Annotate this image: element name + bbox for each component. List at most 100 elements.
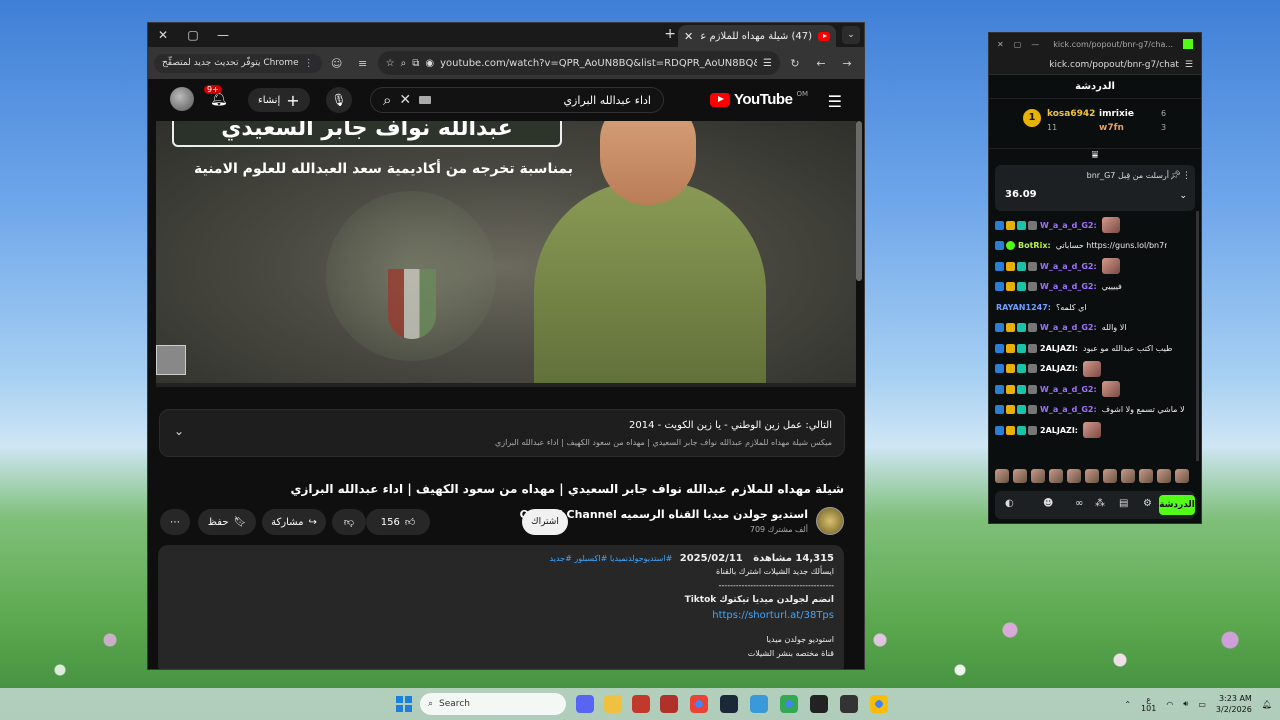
window-maximize-button[interactable]: ▢ [178, 23, 208, 47]
emote-icon[interactable] [1139, 469, 1153, 483]
emote-icon[interactable] [1031, 469, 1045, 483]
chrome-icon[interactable] [780, 695, 798, 713]
windows-start-icon[interactable] [396, 696, 412, 712]
emote-icon[interactable] [1157, 469, 1171, 483]
taskbar-search-input[interactable]: ⌕ Search [420, 693, 566, 715]
chat-scrollbar[interactable] [1196, 211, 1199, 461]
up-next-card[interactable]: التالي: عمل زين الوطني - يا زين الكويت -… [159, 409, 845, 457]
chat-message[interactable]: W_a_a_d_G2: [995, 379, 1195, 400]
gear-icon[interactable]: ⚙ [1143, 498, 1152, 509]
emote-icon[interactable] [1103, 469, 1117, 483]
chat-username[interactable]: W_a_a_d_G2: [1040, 323, 1097, 332]
chat-username[interactable]: W_a_a_d_G2: [1040, 221, 1097, 230]
chat-username[interactable]: BotRix: [1018, 241, 1051, 250]
shop-icon[interactable]: ▤ [1119, 498, 1128, 509]
clock[interactable]: 3:23 AM 3/2/2026 [1216, 693, 1252, 715]
pin-icon[interactable]: 📌︎ [1170, 171, 1181, 181]
description-box[interactable]: 14,315 مشاهدة 2025/02/11 #استديوجولدنميد… [158, 545, 844, 669]
chat-username[interactable]: 2ALJAZI: [1040, 344, 1078, 353]
create-button[interactable]: إنشاء + [248, 88, 310, 112]
leader-name[interactable]: w7fn [1099, 123, 1124, 133]
like-button[interactable]: 156 👍︎ [366, 509, 430, 535]
chat-message[interactable]: W_a_a_d_G2: [995, 215, 1195, 236]
battery-icon[interactable]: ▭ [1198, 700, 1206, 709]
chat-message[interactable]: 2ALJAZI: [995, 420, 1195, 441]
volume-icon[interactable]: 🔊︎ [1183, 699, 1188, 709]
app-icon[interactable] [632, 695, 650, 713]
tab-youtube[interactable]: ✕ (47) شيلة مهداه للملازم عبدالله نواف [678, 25, 836, 47]
hamburger-menu-icon[interactable]: ☰ [828, 92, 842, 111]
address-bar[interactable]: ☆ ⌕ ⧉ ◉ youtube.com/watch?v=QPR_AoUN8BQ&… [377, 51, 780, 75]
discord-icon[interactable] [576, 695, 594, 713]
chat-message[interactable]: W_a_a_d_G2: لا ماشي تسمع ولا اشوف [995, 400, 1195, 421]
search-icon[interactable]: ⌕ [383, 91, 391, 109]
leader-name[interactable]: imrixie [1099, 109, 1134, 119]
page-scrollbar[interactable] [856, 121, 862, 281]
subscribe-button[interactable]: اشتراك [522, 509, 568, 535]
bookmark-star-icon[interactable]: ☆ [386, 58, 395, 69]
back-icon[interactable]: ← [810, 52, 832, 74]
steam-icon[interactable] [720, 695, 738, 713]
obs-icon[interactable] [840, 695, 858, 713]
zoom-icon[interactable]: ⌕ [401, 58, 407, 69]
player-progress-bar[interactable] [156, 383, 856, 387]
leader-name[interactable]: kosa6942 [1047, 109, 1095, 119]
language-indicator[interactable]: ع 101 [1141, 695, 1156, 713]
tiktok-link[interactable]: https://shorturl.at/38Tps [168, 610, 834, 621]
chat-message[interactable]: W_a_a_d_G2: [995, 256, 1195, 277]
notifications-bell-icon[interactable]: 🔔︎ 9+ [204, 85, 228, 107]
emote-icon[interactable] [1085, 469, 1099, 483]
video-player[interactable]: عبدالله نواف جابر السعيدي بمناسبة تخرجه … [156, 121, 856, 387]
emote-icon[interactable] [1013, 469, 1027, 483]
search-input[interactable]: ⌕ ✕ اداء عبدالله البرازي [370, 87, 664, 113]
tab-close-icon[interactable]: ✕ [684, 30, 693, 43]
channel-watermark[interactable] [156, 345, 186, 375]
window-close-button[interactable]: ✕ [997, 40, 1004, 49]
reload-icon[interactable]: ↻ [784, 52, 806, 74]
wifi-icon[interactable]: ◠ [1166, 700, 1173, 709]
chevron-down-icon[interactable]: ⌄ [1179, 191, 1187, 201]
window-minimize-button[interactable]: — [208, 23, 238, 47]
window-close-button[interactable]: ✕ [148, 23, 178, 47]
profile-icon[interactable]: ☺ [326, 52, 348, 74]
chat-username[interactable]: W_a_a_d_G2: [1040, 385, 1097, 394]
emoji-icon[interactable]: ☻ [1043, 498, 1053, 509]
hashtags[interactable]: #استديوجولدنميديا #اكسبلور #جديد [550, 554, 673, 563]
kick-address-bar[interactable]: kick.com/popout/bnr-g7/chat ☰ [989, 55, 1201, 75]
site-settings-icon[interactable]: ☰ [763, 58, 772, 69]
chat-message[interactable]: 2ALJAZI: [995, 359, 1195, 380]
chevron-down-icon[interactable]: ⌄ [174, 424, 184, 438]
account-avatar[interactable] [170, 87, 194, 111]
emote-icon[interactable] [1121, 469, 1135, 483]
chat-username[interactable]: 2ALJAZI: [1040, 426, 1078, 435]
tab-search-button[interactable]: ⌄ [842, 26, 860, 44]
chat-username[interactable]: W_a_a_d_G2: [1040, 282, 1097, 291]
app-icon[interactable] [750, 695, 768, 713]
chat-message[interactable]: RAYAN1247: اي كلمه؟ [995, 297, 1195, 318]
update-chrome-chip[interactable]: يتوفّر تحديث جديد لمتصفِّح Chrome ⋮ [154, 53, 322, 73]
window-minimize-button[interactable]: — [1031, 40, 1039, 49]
terminal-icon[interactable] [810, 695, 828, 713]
chat-message[interactable]: W_a_a_d_G2: فييييي [995, 277, 1195, 298]
clear-search-icon[interactable]: ✕ [399, 92, 411, 108]
chevron-up-icon[interactable]: ⌃ [1124, 700, 1131, 709]
dislike-button[interactable]: 👎︎ [332, 509, 366, 535]
filter-icon[interactable]: ⩸ [989, 149, 1201, 161]
media-controls-icon[interactable]: ≡ [352, 52, 374, 74]
chat-messages[interactable]: W_a_a_d_G2: BotRix: حساباتي https://guns.l… [995, 215, 1195, 461]
save-button[interactable]: حفظ 🔖︎ [198, 509, 256, 535]
chat-message[interactable]: 2ALJAZI: طيب اكتب عبدالله مو عبود [995, 338, 1195, 359]
new-tab-button[interactable]: + [664, 26, 676, 42]
chat-username[interactable]: W_a_a_d_G2: [1040, 262, 1097, 271]
emote-icon[interactable] [1049, 469, 1063, 483]
app-icon[interactable] [660, 695, 678, 713]
link-icon[interactable]: ∞ [1075, 498, 1083, 509]
install-app-icon[interactable]: ⧉ [412, 58, 419, 69]
site-info-icon[interactable]: ◉ [425, 58, 434, 69]
voice-search-button[interactable]: 🎙︎ [326, 87, 352, 113]
chat-username[interactable]: RAYAN1247: [996, 303, 1051, 312]
share-button[interactable]: مشاركة ↪ [262, 509, 326, 535]
chat-message[interactable]: BotRix: حساباتي https://guns.lol/bn7r [995, 236, 1195, 257]
chat-username[interactable]: 2ALJAZI: [1040, 364, 1078, 373]
chat-username[interactable]: W_a_a_d_G2: [1040, 405, 1097, 414]
